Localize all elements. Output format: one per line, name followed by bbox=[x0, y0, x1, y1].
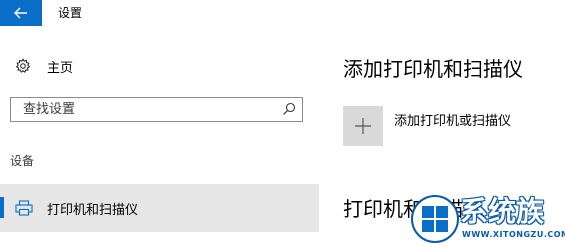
plus-icon bbox=[355, 118, 371, 134]
back-arrow-icon bbox=[14, 7, 27, 19]
printer-icon bbox=[15, 200, 33, 216]
page-heading: 添加打印机和扫描仪 bbox=[343, 57, 523, 81]
site-watermark: 系统族 WWW.XITONGZU.COM bbox=[410, 190, 565, 247]
home-label: 主页 bbox=[47, 61, 74, 76]
add-printer-label[interactable]: 添加打印机或扫描仪 bbox=[394, 110, 511, 129]
watermark-url: WWW.XITONGZU.COM bbox=[462, 230, 565, 239]
search-input[interactable] bbox=[11, 98, 283, 121]
group-label-devices: 设备 bbox=[10, 154, 35, 168]
search-box[interactable] bbox=[10, 97, 303, 122]
back-button[interactable] bbox=[0, 0, 42, 26]
title-bar: 设置 bbox=[0, 0, 565, 26]
search-icon[interactable] bbox=[282, 102, 296, 116]
sidebar-item-printers-scanners[interactable]: 打印机和扫描仪 bbox=[0, 184, 319, 232]
home-nav-item[interactable]: 主页 bbox=[0, 52, 319, 78]
gear-icon bbox=[15, 58, 31, 73]
watermark-text: 系统族 bbox=[460, 195, 545, 228]
windows-logo-icon bbox=[411, 195, 459, 243]
selection-accent bbox=[0, 197, 4, 218]
app-title: 设置 bbox=[58, 6, 83, 20]
add-printer-button[interactable] bbox=[343, 106, 383, 146]
printers-scanners-label: 打印机和扫描仪 bbox=[47, 203, 139, 218]
